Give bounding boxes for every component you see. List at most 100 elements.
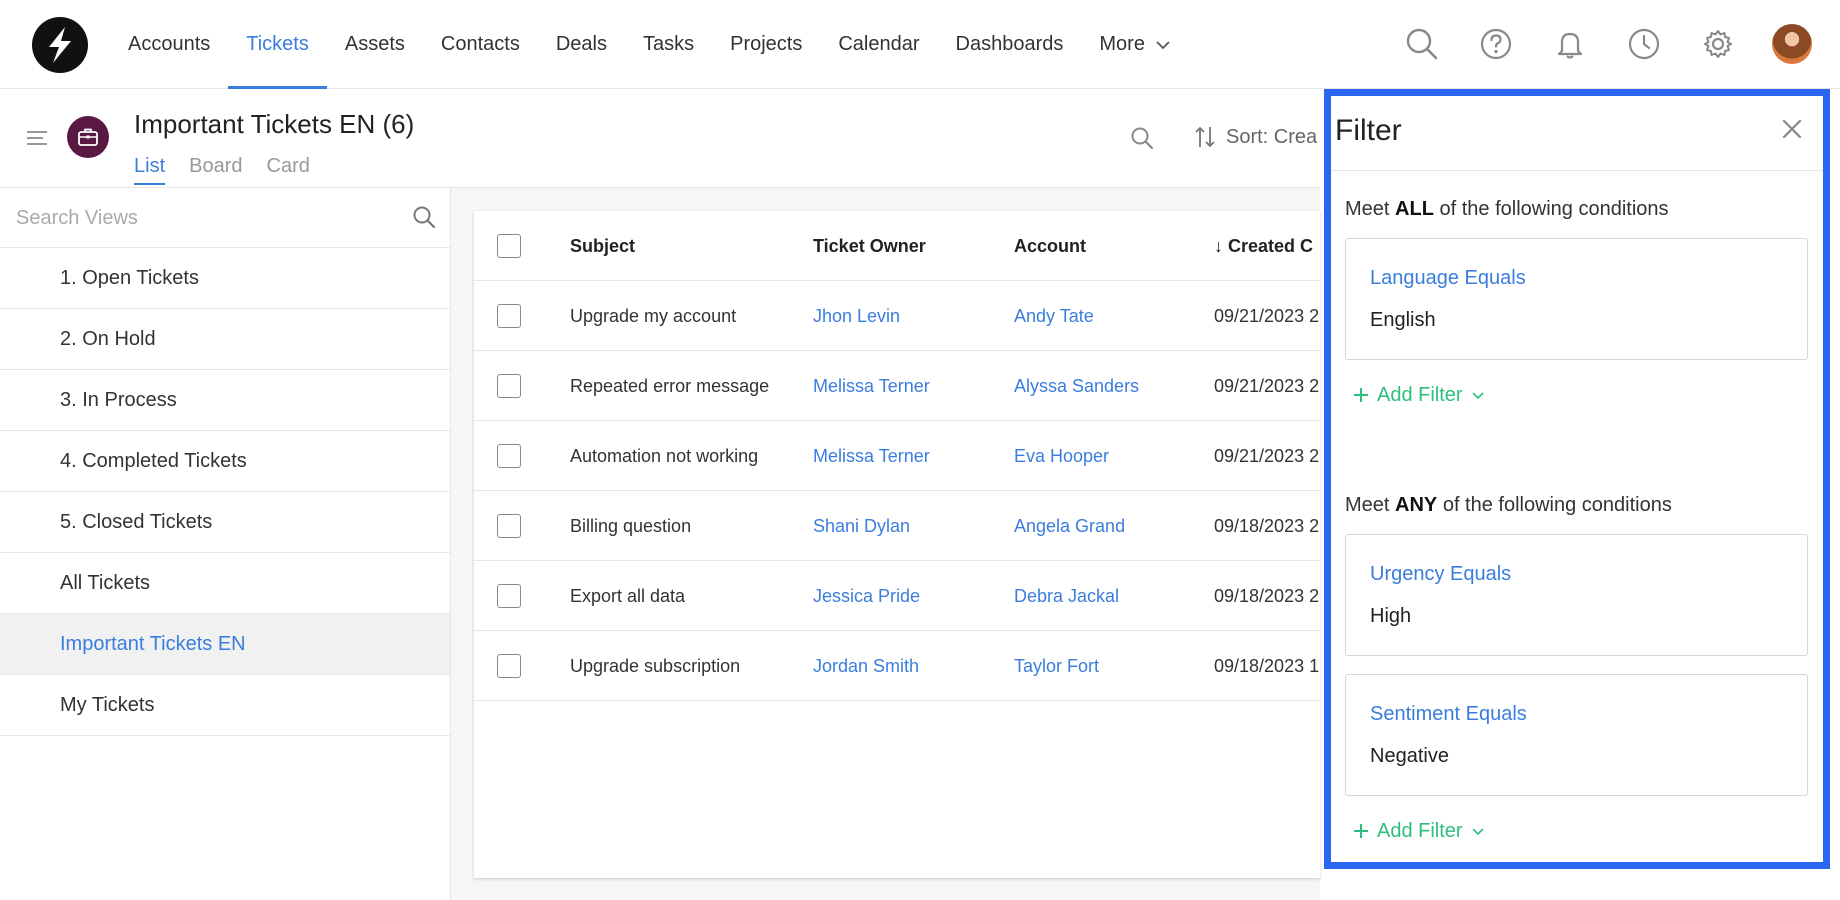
cell-account-link[interactable]: Debra Jackal: [1014, 561, 1204, 631]
close-icon[interactable]: [1781, 118, 1803, 145]
cell-ticket-owner-link[interactable]: Jordan Smith: [813, 631, 1003, 701]
sidebar-item-all-tickets[interactable]: All Tickets: [0, 553, 450, 614]
nav-item-tasks[interactable]: Tasks: [625, 0, 712, 89]
tab-card[interactable]: Card: [267, 155, 310, 185]
cell-subject[interactable]: Automation not working: [570, 421, 800, 491]
cell-subject[interactable]: Export all data: [570, 561, 800, 631]
cell-subject[interactable]: Upgrade my account: [570, 281, 800, 351]
nav-item-accounts[interactable]: Accounts: [110, 0, 228, 89]
search-icon[interactable]: [412, 205, 436, 234]
cell-created: 09/21/2023 2: [1214, 446, 1320, 466]
filter-condition-language[interactable]: Language Equals English: [1345, 238, 1808, 360]
cell-ticket-owner-link[interactable]: Melissa Terner: [813, 351, 1003, 421]
chevron-down-icon: [1472, 827, 1484, 835]
view-header: Important Tickets EN (6) List Board Card…: [0, 89, 1320, 188]
gear-icon[interactable]: [1698, 24, 1738, 64]
table-row[interactable]: Automation not working Melissa Terner Ev…: [474, 421, 1320, 491]
search-views-input[interactable]: [16, 204, 396, 232]
condition-value: Negative: [1370, 745, 1449, 767]
user-avatar[interactable]: [1772, 24, 1812, 64]
cell-account-link[interactable]: Eva Hooper: [1014, 421, 1204, 491]
cell-ticket-owner-link[interactable]: Melissa Terner: [813, 421, 1003, 491]
sort-button[interactable]: Sort: Crea: [1194, 123, 1320, 151]
main-nav: Accounts Tickets Assets Contacts Deals T…: [110, 0, 1189, 89]
table-row[interactable]: Repeated error message Melissa Terner Al…: [474, 351, 1320, 421]
search-icon[interactable]: [1130, 126, 1154, 155]
sidebar-item-my-tickets[interactable]: My Tickets: [0, 675, 450, 736]
cell-account-link[interactable]: Alyssa Sanders: [1014, 351, 1204, 421]
cell-ticket-owner-link[interactable]: Jessica Pride: [813, 561, 1003, 631]
chevron-down-icon: [1155, 41, 1170, 49]
nav-more-menu[interactable]: More: [1081, 0, 1188, 89]
view-mode-tabs: List Board Card: [134, 155, 334, 185]
top-navigation-bar: Accounts Tickets Assets Contacts Deals T…: [0, 0, 1840, 89]
nav-item-dashboards[interactable]: Dashboards: [938, 0, 1082, 89]
column-header-created[interactable]: ↓ Created C: [1214, 211, 1320, 281]
nav-item-deals[interactable]: Deals: [538, 0, 625, 89]
condition-field-label[interactable]: Language Equals: [1370, 267, 1526, 290]
cell-ticket-owner-link[interactable]: Shani Dylan: [813, 491, 1003, 561]
cell-account-link[interactable]: Taylor Fort: [1014, 631, 1204, 701]
cell-created: 09/21/2023 2: [1214, 376, 1320, 396]
condition-value: High: [1370, 605, 1412, 627]
table-row[interactable]: Export all data Jessica Pride Debra Jack…: [474, 561, 1320, 631]
row-checkbox[interactable]: [497, 654, 521, 678]
table-row[interactable]: Upgrade subscription Jordan Smith Taylor…: [474, 631, 1320, 701]
tab-board[interactable]: Board: [189, 155, 242, 185]
tickets-table: Subject Ticket Owner Account ↓ Created C…: [474, 211, 1320, 878]
sidebar-item-completed-tickets[interactable]: 4. Completed Tickets: [0, 431, 450, 492]
cell-account-link[interactable]: Andy Tate: [1014, 281, 1204, 351]
plus-icon: [1354, 824, 1368, 838]
add-filter-all-button[interactable]: Add Filter: [1353, 381, 1485, 409]
sidebar-item-closed-tickets[interactable]: 5. Closed Tickets: [0, 492, 450, 553]
hamburger-menu-icon[interactable]: [26, 130, 48, 151]
tab-list[interactable]: List: [134, 155, 166, 185]
sidebar-item-important-tickets-en[interactable]: Important Tickets EN: [0, 614, 450, 675]
row-checkbox[interactable]: [497, 444, 521, 468]
filter-condition-urgency[interactable]: Urgency Equals High: [1345, 534, 1808, 656]
table-row[interactable]: Billing question Shani Dylan Angela Gran…: [474, 491, 1320, 561]
column-header-account[interactable]: Account: [1014, 211, 1204, 281]
column-header-subject[interactable]: Subject: [570, 211, 800, 281]
help-icon[interactable]: [1476, 24, 1516, 64]
row-checkbox[interactable]: [497, 374, 521, 398]
cell-subject[interactable]: Upgrade subscription: [570, 631, 800, 701]
cell-created: 09/18/2023 2: [1214, 586, 1320, 606]
cell-ticket-owner-link[interactable]: Jhon Levin: [813, 281, 1003, 351]
all-conditions-label: Meet ALL of the following conditions: [1345, 198, 1669, 221]
column-header-ticket-owner[interactable]: Ticket Owner: [813, 211, 1003, 281]
views-search-box: [0, 188, 450, 248]
any-conditions-label: Meet ANY of the following conditions: [1345, 494, 1672, 517]
sidebar-item-open-tickets[interactable]: 1. Open Tickets: [0, 248, 450, 309]
row-checkbox[interactable]: [497, 584, 521, 608]
add-filter-label: Add Filter: [1377, 383, 1463, 406]
condition-field-label[interactable]: Urgency Equals: [1370, 563, 1511, 586]
filter-condition-sentiment[interactable]: Sentiment Equals Negative: [1345, 674, 1808, 796]
bell-icon[interactable]: [1550, 24, 1590, 64]
app-logo-icon[interactable]: [32, 17, 88, 73]
nav-item-calendar[interactable]: Calendar: [820, 0, 937, 89]
condition-value: English: [1370, 309, 1436, 331]
plus-icon: [1354, 388, 1368, 402]
cell-created: 09/18/2023 1: [1214, 656, 1320, 676]
search-icon[interactable]: [1402, 24, 1442, 64]
cell-subject[interactable]: Billing question: [570, 491, 800, 561]
cell-subject[interactable]: Repeated error message: [570, 351, 800, 421]
briefcase-icon: [67, 116, 109, 158]
sidebar-item-on-hold[interactable]: 2. On Hold: [0, 309, 450, 370]
nav-item-contacts[interactable]: Contacts: [423, 0, 538, 89]
nav-item-tickets[interactable]: Tickets: [228, 0, 327, 89]
condition-field-label[interactable]: Sentiment Equals: [1370, 703, 1527, 726]
row-checkbox[interactable]: [497, 304, 521, 328]
cell-account-link[interactable]: Angela Grand: [1014, 491, 1204, 561]
cell-created: 09/18/2023 2: [1214, 516, 1320, 536]
nav-item-assets[interactable]: Assets: [327, 0, 423, 89]
select-all-checkbox[interactable]: [497, 234, 521, 258]
sidebar-item-in-process[interactable]: 3. In Process: [0, 370, 450, 431]
top-right-icons: [1368, 24, 1812, 64]
add-filter-any-button[interactable]: Add Filter: [1353, 817, 1485, 845]
row-checkbox[interactable]: [497, 514, 521, 538]
clock-icon[interactable]: [1624, 24, 1664, 64]
table-row[interactable]: Upgrade my account Jhon Levin Andy Tate …: [474, 281, 1320, 351]
nav-item-projects[interactable]: Projects: [712, 0, 820, 89]
